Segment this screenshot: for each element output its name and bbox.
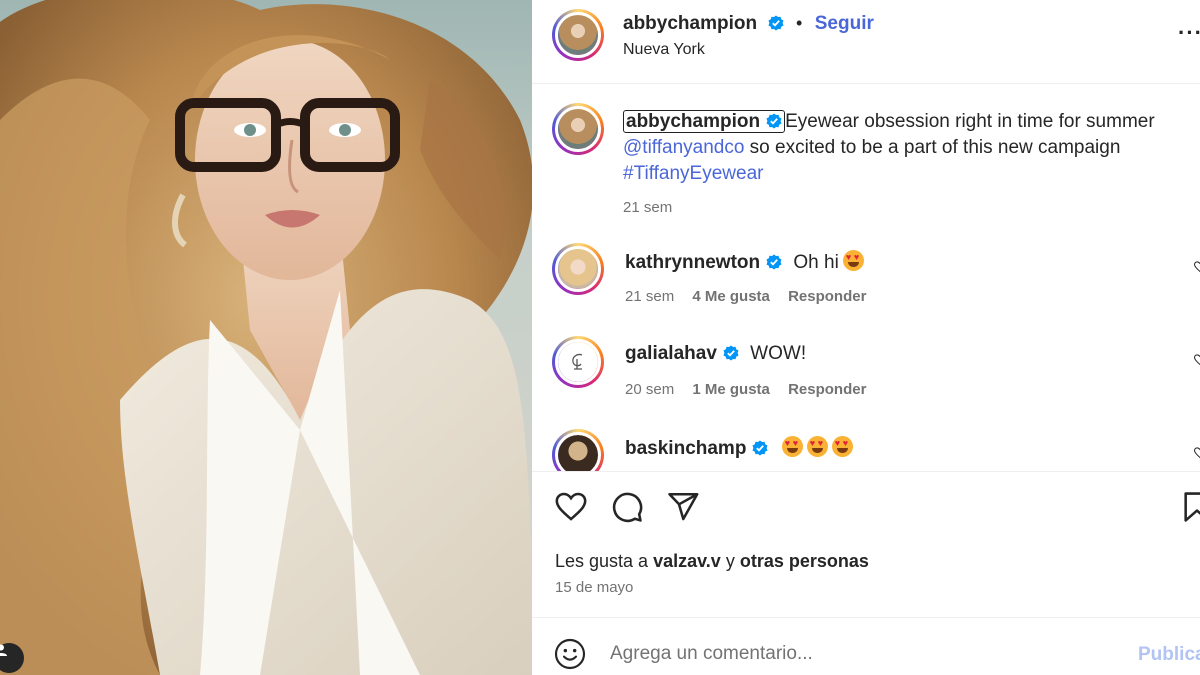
caption-text: abbychampion Eyewear obsession right in … xyxy=(623,109,1183,221)
verified-badge-icon xyxy=(752,440,768,456)
smile-icon[interactable] xyxy=(554,638,586,670)
author-username[interactable]: abbychampion xyxy=(623,13,757,34)
share-icon[interactable] xyxy=(666,490,700,524)
comment-item: baskinchamp xyxy=(552,429,1200,471)
comment-avatar[interactable] xyxy=(552,336,604,388)
comment-meta: 20 sem 1 Me gusta Responder xyxy=(625,381,866,398)
verified-badge-icon xyxy=(766,254,782,270)
comments-list[interactable]: abbychampion Eyewear obsession right in … xyxy=(532,85,1200,471)
add-comment-bar: Publicar xyxy=(532,617,1200,675)
bookmark-icon[interactable] xyxy=(1180,490,1200,524)
post-header: abbychampion • Seguir Nueva York ··· xyxy=(532,0,1200,84)
caption-body-1: Eyewear obsession right in time for summ… xyxy=(785,111,1155,132)
heart-eyes-emoji-icon xyxy=(806,436,828,457)
comment-icon[interactable] xyxy=(610,490,644,524)
comment-likes[interactable]: 1 Me gusta xyxy=(692,381,770,398)
post-location[interactable]: Nueva York xyxy=(623,41,705,59)
comment-age[interactable]: 20 sem xyxy=(625,381,674,398)
caption-age[interactable]: 21 sem xyxy=(623,195,1183,221)
verified-badge-icon xyxy=(768,15,784,31)
user-icon xyxy=(0,644,7,656)
comment-text-line: baskinchamp xyxy=(625,436,853,460)
caption-hashtag[interactable]: #TiffanyEyewear xyxy=(623,163,763,184)
verified-badge-icon xyxy=(723,345,739,361)
comment-text-line: kathrynnewton Oh hi xyxy=(625,250,864,274)
caption-username[interactable]: abbychampion xyxy=(623,110,786,133)
comment-text-line: galialahav WOW! xyxy=(625,343,806,365)
galia-lahav-logo-icon xyxy=(572,353,583,370)
publish-button[interactable]: Publicar xyxy=(1138,644,1200,666)
comment-avatar[interactable] xyxy=(552,429,604,471)
post-panel: abbychampion • Seguir Nueva York ··· abb… xyxy=(532,0,1200,675)
comment-item: galialahav WOW! 20 sem 1 Me gusta Respon… xyxy=(552,336,1200,398)
post-actions: Les gusta a valzav.v y otras personas 15… xyxy=(532,472,1200,617)
comment-username[interactable]: kathrynnewton xyxy=(625,252,760,273)
heart-eyes-emoji-icon xyxy=(831,436,853,457)
more-options-button[interactable]: ··· xyxy=(1178,20,1200,46)
comment-meta: 21 sem 4 Me gusta Responder xyxy=(625,288,866,305)
like-comment-heart-icon[interactable] xyxy=(1194,261,1200,273)
heart-eyes-emoji-icon xyxy=(842,250,864,271)
caption-mention[interactable]: @tiffanyandco xyxy=(623,137,744,158)
author-line: abbychampion • Seguir xyxy=(623,13,874,35)
comment-item: kathrynnewton Oh hi 21 sem 4 Me gusta Re… xyxy=(552,243,1200,305)
like-comment-heart-icon[interactable] xyxy=(1194,447,1200,459)
comment-input[interactable] xyxy=(610,640,1110,668)
comment-likes[interactable]: 4 Me gusta xyxy=(692,288,770,305)
comment-username[interactable]: baskinchamp xyxy=(625,438,746,459)
post-image xyxy=(0,0,532,675)
likes-prefix: Les gusta a xyxy=(555,551,654,571)
like-comment-heart-icon[interactable] xyxy=(1194,354,1200,366)
caption-avatar[interactable] xyxy=(552,103,604,155)
post-date[interactable]: 15 de mayo xyxy=(555,579,633,596)
follow-button[interactable]: Seguir xyxy=(815,13,874,34)
separator-dot: • xyxy=(795,13,803,33)
verified-badge-icon xyxy=(766,113,782,129)
likes-summary: Les gusta a valzav.v y otras personas xyxy=(555,551,869,572)
comment-body: Oh hi xyxy=(793,252,839,273)
comment-avatar[interactable] xyxy=(552,243,604,295)
heart-eyes-emoji-icon xyxy=(781,436,803,457)
heart-icon[interactable] xyxy=(554,490,588,524)
reply-button[interactable]: Responder xyxy=(788,288,866,305)
comment-body: WOW! xyxy=(750,343,807,364)
post-photo[interactable] xyxy=(0,0,532,675)
reply-button[interactable]: Responder xyxy=(788,381,866,398)
caption-body-2: so excited to be a part of this new camp… xyxy=(744,137,1121,158)
likes-others[interactable]: otras personas xyxy=(740,551,869,571)
comment-username[interactable]: galialahav xyxy=(625,343,717,364)
likes-middle: y xyxy=(720,551,740,571)
author-avatar[interactable] xyxy=(552,9,604,61)
likes-user[interactable]: valzav.v xyxy=(653,551,721,571)
comment-age[interactable]: 21 sem xyxy=(625,288,674,305)
